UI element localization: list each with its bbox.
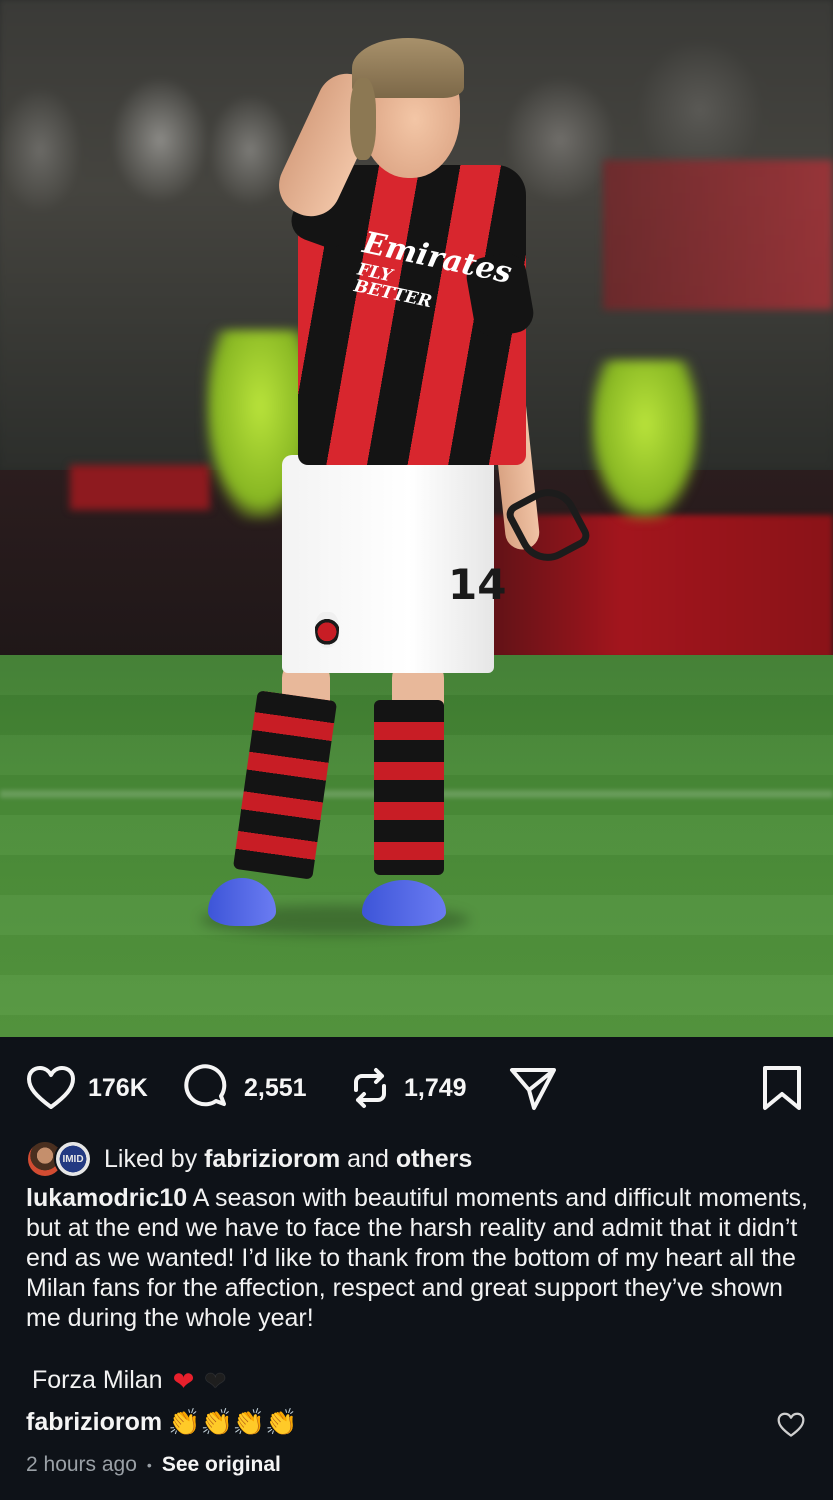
post-caption: lukamodric10 A season with beautiful mom…	[26, 1183, 816, 1333]
bookmark-button[interactable]	[760, 1060, 804, 1116]
comment-icon	[184, 1064, 232, 1112]
comment-author-link[interactable]: fabriziorom	[26, 1408, 162, 1437]
sign-off-text: Forza Milan	[32, 1366, 163, 1394]
steward-right	[590, 360, 700, 520]
post-meta: 2 hours ago • See original	[26, 1453, 281, 1477]
bookmark-icon	[760, 1064, 804, 1112]
comment-count: 2,551	[244, 1073, 307, 1102]
liked-by-middle: and	[347, 1144, 389, 1173]
advertising-board-left	[70, 465, 210, 510]
meta-separator: •	[146, 1457, 152, 1473]
like-button[interactable]: 176K	[26, 1060, 148, 1116]
share-icon	[508, 1064, 558, 1112]
post-timestamp: 2 hours ago	[26, 1453, 137, 1476]
stadium-banner	[603, 160, 833, 310]
share-button[interactable]	[508, 1060, 558, 1116]
caption-sign-off: Forza Milan ❤ ❤	[32, 1366, 226, 1395]
top-comment: fabriziorom 👏👏👏👏	[26, 1407, 298, 1438]
post-photo[interactable]: 14 Emirates FLY BETTER	[0, 0, 833, 1037]
comment-like-button[interactable]	[777, 1412, 805, 1443]
see-original-link[interactable]: See original	[162, 1453, 281, 1477]
clapping-hands-icon: 👏👏👏👏	[168, 1407, 298, 1437]
repost-count: 1,749	[404, 1073, 467, 1102]
comment-heart-icon	[777, 1412, 805, 1442]
shorts-number: 14	[448, 560, 507, 609]
liked-by-prefix: Liked by	[104, 1144, 198, 1173]
liked-by-user-link[interactable]: fabriziorom	[204, 1145, 340, 1173]
player-right-sock	[374, 700, 444, 875]
comment-button[interactable]: 2,551	[184, 1060, 307, 1116]
caption-author-link[interactable]: lukamodric10	[26, 1184, 187, 1212]
liked-by-text: Liked by fabriziorom and others	[104, 1145, 472, 1174]
repost-icon	[348, 1064, 392, 1112]
player-hair-side	[350, 78, 376, 160]
liked-by-row[interactable]: IMID Liked by fabriziorom and others	[26, 1138, 472, 1180]
milan-crest-icon	[315, 612, 339, 648]
like-count: 176K	[88, 1073, 148, 1102]
black-heart-icon: ❤	[204, 1365, 227, 1396]
action-bar: 176K 2,551 1,749	[0, 1060, 833, 1116]
avatar-label: IMID	[62, 1153, 84, 1165]
liked-by-others-link[interactable]: others	[396, 1145, 472, 1173]
avatar[interactable]: IMID	[54, 1140, 92, 1178]
red-heart-icon: ❤	[172, 1365, 195, 1396]
heart-icon	[26, 1065, 76, 1111]
repost-button[interactable]: 1,749	[348, 1060, 467, 1116]
